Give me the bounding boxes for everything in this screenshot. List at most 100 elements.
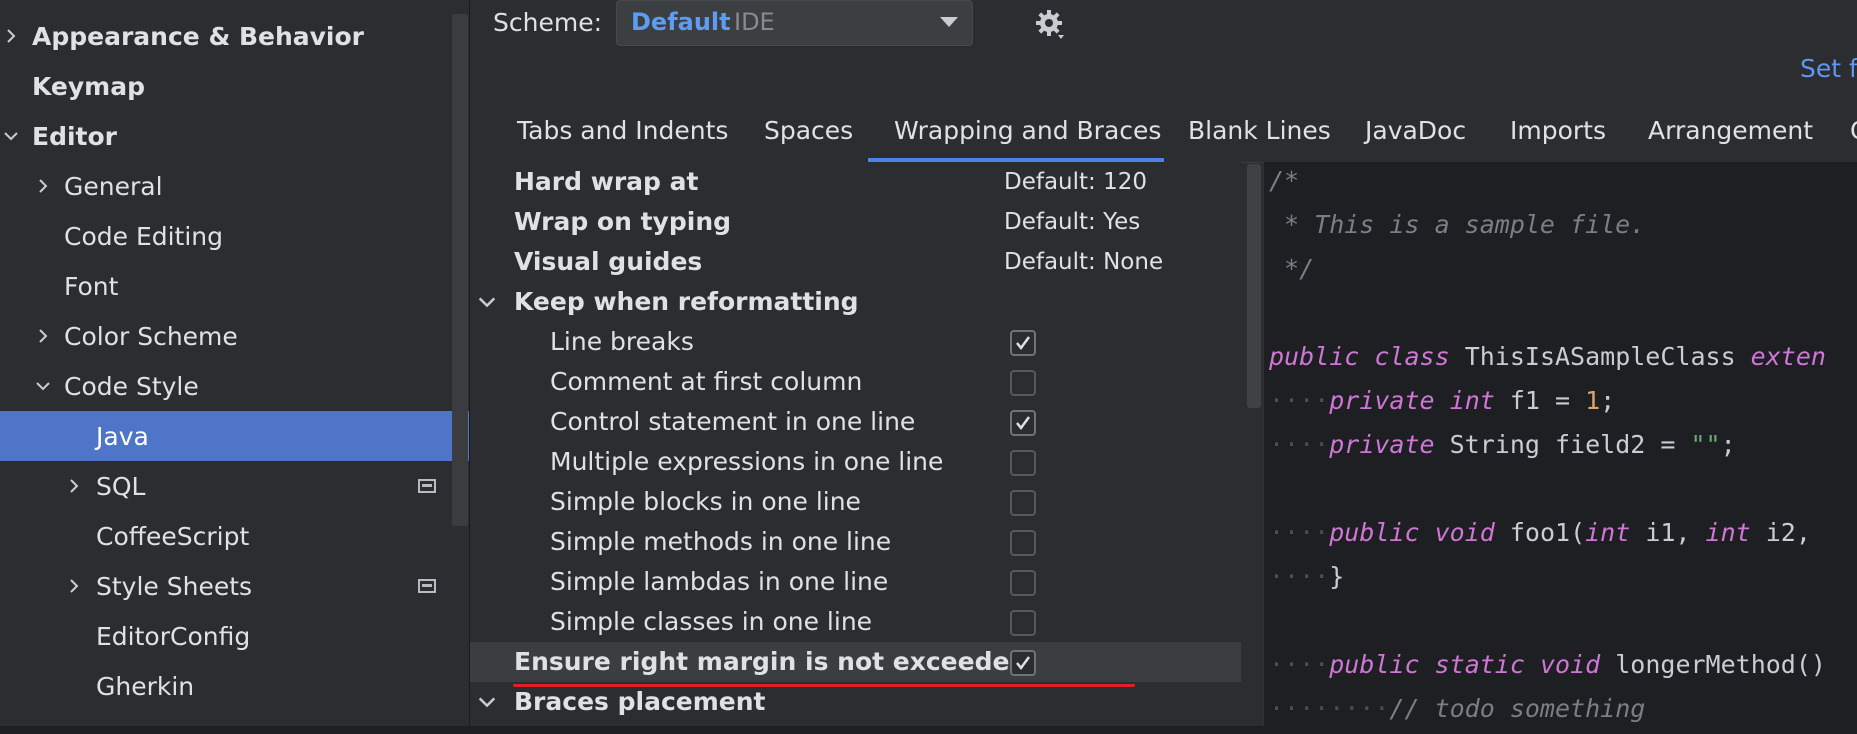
chevron-down-icon[interactable] [32, 375, 54, 397]
checkbox-checked[interactable] [1010, 410, 1036, 436]
sidebar-item-coffeescript[interactable]: CoffeeScript [0, 511, 469, 561]
setting-row[interactable]: Multiple expressions in one line [470, 442, 1241, 482]
sidebar-item-color-scheme[interactable]: Color Scheme [0, 311, 469, 361]
setting-row[interactable]: Hard wrap at Default: 120 [470, 162, 1241, 202]
settings-scrollbar[interactable] [1247, 164, 1261, 408]
code-comment: */ [1269, 254, 1315, 283]
set-from-link[interactable]: Set fr [1800, 54, 1857, 83]
code-line: */ [1269, 254, 1314, 294]
sidebar-item-keymap[interactable]: Keymap [0, 61, 469, 111]
tab-label: Blank Lines [1188, 116, 1331, 145]
setting-label: Ensure right margin is not exceeded [514, 647, 1028, 676]
project-scheme-icon [418, 579, 436, 593]
code-style-panel: Scheme: Default IDE Set fr Tabs and Inde… [470, 0, 1857, 726]
setting-group-label: Keep when reformatting [514, 287, 859, 316]
checkmark-icon [1016, 416, 1031, 431]
code-line: ····public static void longerMethod() [1269, 650, 1826, 690]
chevron-right-icon[interactable] [32, 175, 54, 197]
code-keyword: class [1374, 342, 1450, 371]
sidebar-item-gherkin[interactable]: Gherkin [0, 661, 469, 711]
code-line: public class ThisIsASampleClass exten [1269, 342, 1826, 382]
setting-value[interactable]: Default: 120 [1004, 169, 1147, 195]
sidebar-item-java[interactable]: Java [0, 411, 469, 461]
chevron-right-icon[interactable] [63, 475, 85, 497]
code-line: /* [1269, 166, 1299, 206]
setting-row[interactable]: Simple lambdas in one line [470, 562, 1241, 602]
gear-icon[interactable] [1034, 8, 1068, 42]
dropdown-arrow-icon [940, 17, 958, 27]
sidebar-item-label: Font [64, 271, 119, 301]
code-whitespace: ···· [1269, 650, 1330, 679]
setting-row[interactable]: Simple blocks in one line [470, 482, 1241, 522]
code-whitespace: ········ [1269, 694, 1390, 723]
scheme-dropdown[interactable]: Default IDE [616, 0, 973, 46]
sidebar-item-appearance[interactable]: Appearance & Behavior [0, 11, 469, 61]
setting-label: Hard wrap at [514, 167, 699, 196]
chevron-down-icon[interactable] [0, 125, 22, 147]
tab-label: Spaces [764, 116, 854, 145]
code-keyword: void [1539, 650, 1601, 679]
sidebar-item-sql[interactable]: SQL [0, 461, 469, 511]
sidebar-item-style-sheets[interactable]: Style Sheets [0, 561, 469, 611]
chevron-right-icon[interactable] [63, 575, 85, 597]
checkbox-checked[interactable] [1010, 650, 1036, 676]
setting-label: Line breaks [550, 327, 694, 356]
sidebar-item-label: General [64, 171, 163, 201]
scheme-type: IDE [734, 8, 775, 36]
checkbox-unchecked[interactable] [1010, 610, 1036, 636]
scheme-label: Scheme: [493, 8, 602, 37]
checkbox-unchecked[interactable] [1010, 370, 1036, 396]
code-identifier: longerMethod() [1600, 650, 1826, 679]
checkbox-unchecked[interactable] [1010, 490, 1036, 516]
sidebar-scrollbar[interactable] [452, 14, 468, 526]
setting-row[interactable]: Simple methods in one line [470, 522, 1241, 562]
code-keyword: exten [1750, 342, 1826, 371]
sidebar-item-label: Keymap [32, 71, 146, 101]
setting-row[interactable]: Visual guides Default: None [470, 242, 1241, 282]
checkbox-unchecked[interactable] [1010, 450, 1036, 476]
checkmark-icon [1016, 656, 1031, 671]
setting-row[interactable]: Simple classes in one line [470, 602, 1241, 642]
setting-row-highlighted[interactable]: Ensure right margin is not exceeded [470, 642, 1241, 687]
code-keyword: public [1269, 342, 1360, 371]
sidebar-item-editorconfig[interactable]: EditorConfig [0, 611, 469, 661]
checkbox-unchecked[interactable] [1010, 530, 1036, 556]
code-identifier: i2, [1750, 518, 1811, 547]
sidebar-item-editor[interactable]: Editor [0, 111, 469, 161]
sidebar-item-code-editing[interactable]: Code Editing [0, 211, 469, 261]
sidebar-item-label: Java [96, 421, 149, 451]
setting-row[interactable]: Comment at first column [470, 362, 1241, 402]
code-style-tabs: Tabs and Indents Spaces Wrapping and Bra… [470, 110, 1857, 163]
code-punct: ; [1600, 386, 1616, 415]
setting-value[interactable]: Default: Yes [1004, 209, 1140, 235]
code-keyword: public [1329, 518, 1420, 547]
checkbox-checked[interactable] [1010, 330, 1036, 356]
sidebar-item-font[interactable]: Font [0, 261, 469, 311]
checkbox-unchecked[interactable] [1010, 570, 1036, 596]
setting-row[interactable]: Wrap on typing Default: Yes [470, 202, 1241, 242]
setting-group-keep-when-reformatting[interactable]: Keep when reformatting [470, 282, 1241, 322]
setting-row[interactable]: Control statement in one line [470, 402, 1241, 442]
setting-label: Simple blocks in one line [550, 487, 861, 516]
sidebar-item-label: EditorConfig [96, 621, 251, 651]
setting-value[interactable]: Default: None [1004, 249, 1163, 275]
tab-wrapping-and-braces[interactable]: Wrapping and Braces [868, 110, 1164, 163]
setting-row[interactable]: Line breaks [470, 322, 1241, 362]
setting-group-braces-placement[interactable]: Braces placement [470, 682, 1241, 722]
tab-label: C [1850, 116, 1857, 145]
chevron-right-icon[interactable] [0, 25, 22, 47]
setting-group-label: Braces placement [514, 687, 766, 716]
chevron-down-icon[interactable] [476, 691, 498, 713]
code-line: ····public void foo1(int i1, int i2, [1269, 518, 1811, 558]
chevron-down-icon[interactable] [476, 291, 498, 313]
sidebar-item-label: Code Style [64, 371, 199, 401]
code-line: ····private String field2 = ""; [1269, 430, 1736, 470]
setting-label: Wrap on typing [514, 207, 732, 236]
tab-label: Arrangement [1648, 116, 1814, 145]
code-keyword: public [1329, 650, 1420, 679]
code-identifier: String field2 = [1434, 430, 1691, 459]
sidebar-item-general[interactable]: General [0, 161, 469, 211]
chevron-right-icon[interactable] [32, 325, 54, 347]
sidebar-item-code-style[interactable]: Code Style [0, 361, 469, 411]
code-whitespace: ···· [1269, 430, 1330, 459]
